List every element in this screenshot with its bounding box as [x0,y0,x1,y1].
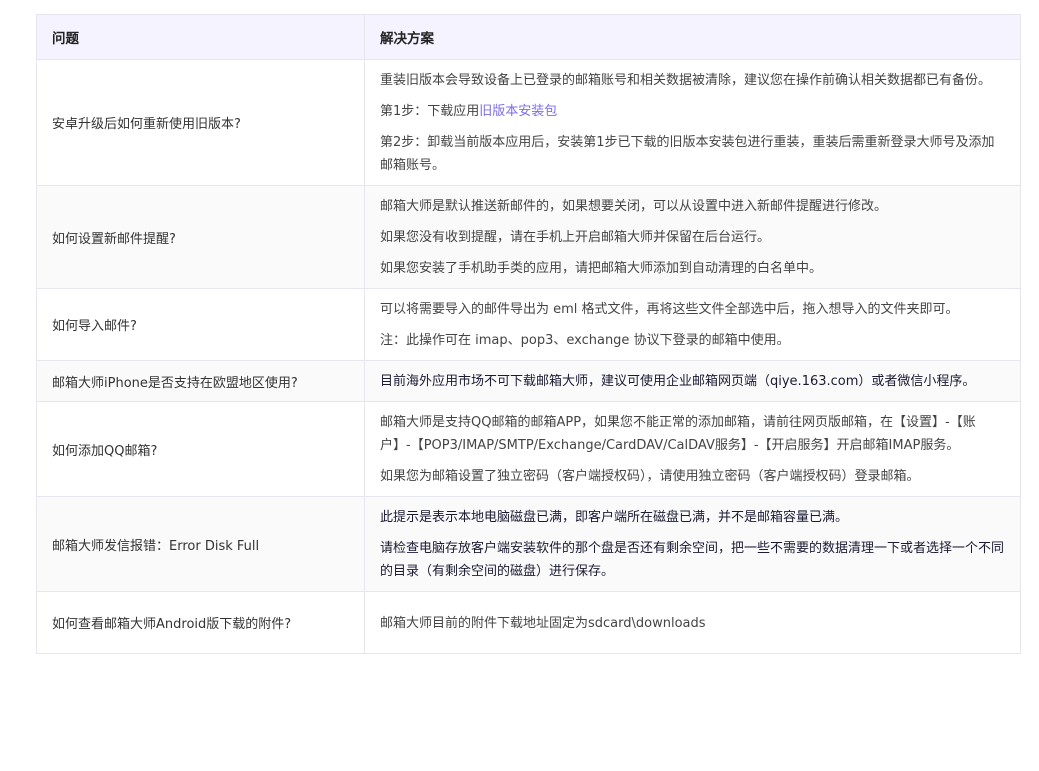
question-cell: 如何查看邮箱大师Android版下载的附件? [36,591,365,654]
answer-step-1: 第1步：下载应用旧版本安装包 [380,100,1005,123]
table-row: 如何设置新邮件提醒? 邮箱大师是默认推送新邮件的，如果想要关闭，可以从设置中进入… [36,185,1021,289]
answer-cell: 邮箱大师目前的附件下载地址固定为sdcard\downloads [364,591,1021,654]
header-question: 问题 [36,14,365,60]
answer-text: 此提示是表示本地电脑磁盘已满，即客户端所在磁盘已满，并不是邮箱容量已满。 [380,510,849,525]
answer-cell: 目前海外应用市场不可下载邮箱大师，建议可使用企业邮箱网页端（qiye.163.c… [364,360,1021,402]
answer-text: 重装旧版本会导致设备上已登录的邮箱账号和相关数据被清除，建议您在操作前确认相关数… [380,73,992,88]
table-row: 邮箱大师发信报错：Error Disk Full 此提示是表示本地电脑磁盘已满，… [36,496,1021,592]
answer-cell: 可以将需要导入的邮件导出为 eml 格式文件，再将这些文件全部选中后，拖入想导入… [364,288,1021,361]
answer-text: 请检查电脑存放客户端安装软件的那个盘是否还有剩余空间，把一些不需要的数据清理一下… [380,541,1005,579]
answer-text: 邮箱大师是支持QQ邮箱的邮箱APP，如果您不能正常的添加邮箱，请前往网页版邮箱，… [380,415,976,453]
answer-text: 邮箱大师是默认推送新邮件的，如果想要关闭，可以从设置中进入新邮件提醒进行修改。 [380,199,888,214]
answer-cell: 重装旧版本会导致设备上已登录的邮箱账号和相关数据被清除，建议您在操作前确认相关数… [364,59,1021,186]
answer-text: 如果您安装了手机助手类的应用，请把邮箱大师添加到自动清理的白名单中。 [380,261,823,276]
table-row: 邮箱大师iPhone是否支持在欧盟地区使用? 目前海外应用市场不可下载邮箱大师，… [36,360,1021,402]
table-row: 如何添加QQ邮箱? 邮箱大师是支持QQ邮箱的邮箱APP，如果您不能正常的添加邮箱… [36,401,1021,497]
table-header-row: 问题 解决方案 [36,14,1021,60]
table-row: 如何导入邮件? 可以将需要导入的邮件导出为 eml 格式文件，再将这些文件全部选… [36,288,1021,361]
question-cell: 如何设置新邮件提醒? [36,185,365,289]
faq-table: 问题 解决方案 安卓升级后如何重新使用旧版本? 重装旧版本会导致设备上已登录的邮… [36,14,1021,654]
answer-cell: 此提示是表示本地电脑磁盘已满，即客户端所在磁盘已满，并不是邮箱容量已满。 请检查… [364,496,1021,592]
question-cell: 如何导入邮件? [36,288,365,361]
table-row: 安卓升级后如何重新使用旧版本? 重装旧版本会导致设备上已登录的邮箱账号和相关数据… [36,59,1021,186]
answer-cell: 邮箱大师是默认推送新邮件的，如果想要关闭，可以从设置中进入新邮件提醒进行修改。 … [364,185,1021,289]
answer-text: 如果您为邮箱设置了独立密码（客户端授权码），请使用独立密码（客户端授权码）登录邮… [380,469,920,484]
question-cell: 如何添加QQ邮箱? [36,401,365,497]
answer-text: 如果您没有收到提醒，请在手机上开启邮箱大师并保留在后台运行。 [380,230,771,245]
step-1-text: 第1步：下载应用 [380,104,480,119]
answer-text: 注：此操作可在 imap、pop3、exchange 协议下登录的邮箱中使用。 [380,333,790,348]
question-cell: 邮箱大师发信报错：Error Disk Full [36,496,365,592]
question-cell: 邮箱大师iPhone是否支持在欧盟地区使用? [36,360,365,402]
question-cell: 安卓升级后如何重新使用旧版本? [36,59,365,186]
old-version-package-link[interactable]: 旧版本安装包 [479,104,557,119]
answer-text: 目前海外应用市场不可下载邮箱大师，建议可使用企业邮箱网页端（qiye.163.c… [380,374,976,389]
table-row: 如何查看邮箱大师Android版下载的附件? 邮箱大师目前的附件下载地址固定为s… [36,591,1021,654]
answer-text: 可以将需要导入的邮件导出为 eml 格式文件，再将这些文件全部选中后，拖入想导入… [380,302,959,317]
answer-cell: 邮箱大师是支持QQ邮箱的邮箱APP，如果您不能正常的添加邮箱，请前往网页版邮箱，… [364,401,1021,497]
answer-step-2: 第2步：卸载当前版本应用后，安装第1步已下载的旧版本安装包进行重装，重装后需重新… [380,135,995,173]
answer-text: 邮箱大师目前的附件下载地址固定为sdcard\downloads [380,615,706,631]
header-solution: 解决方案 [364,14,1021,60]
